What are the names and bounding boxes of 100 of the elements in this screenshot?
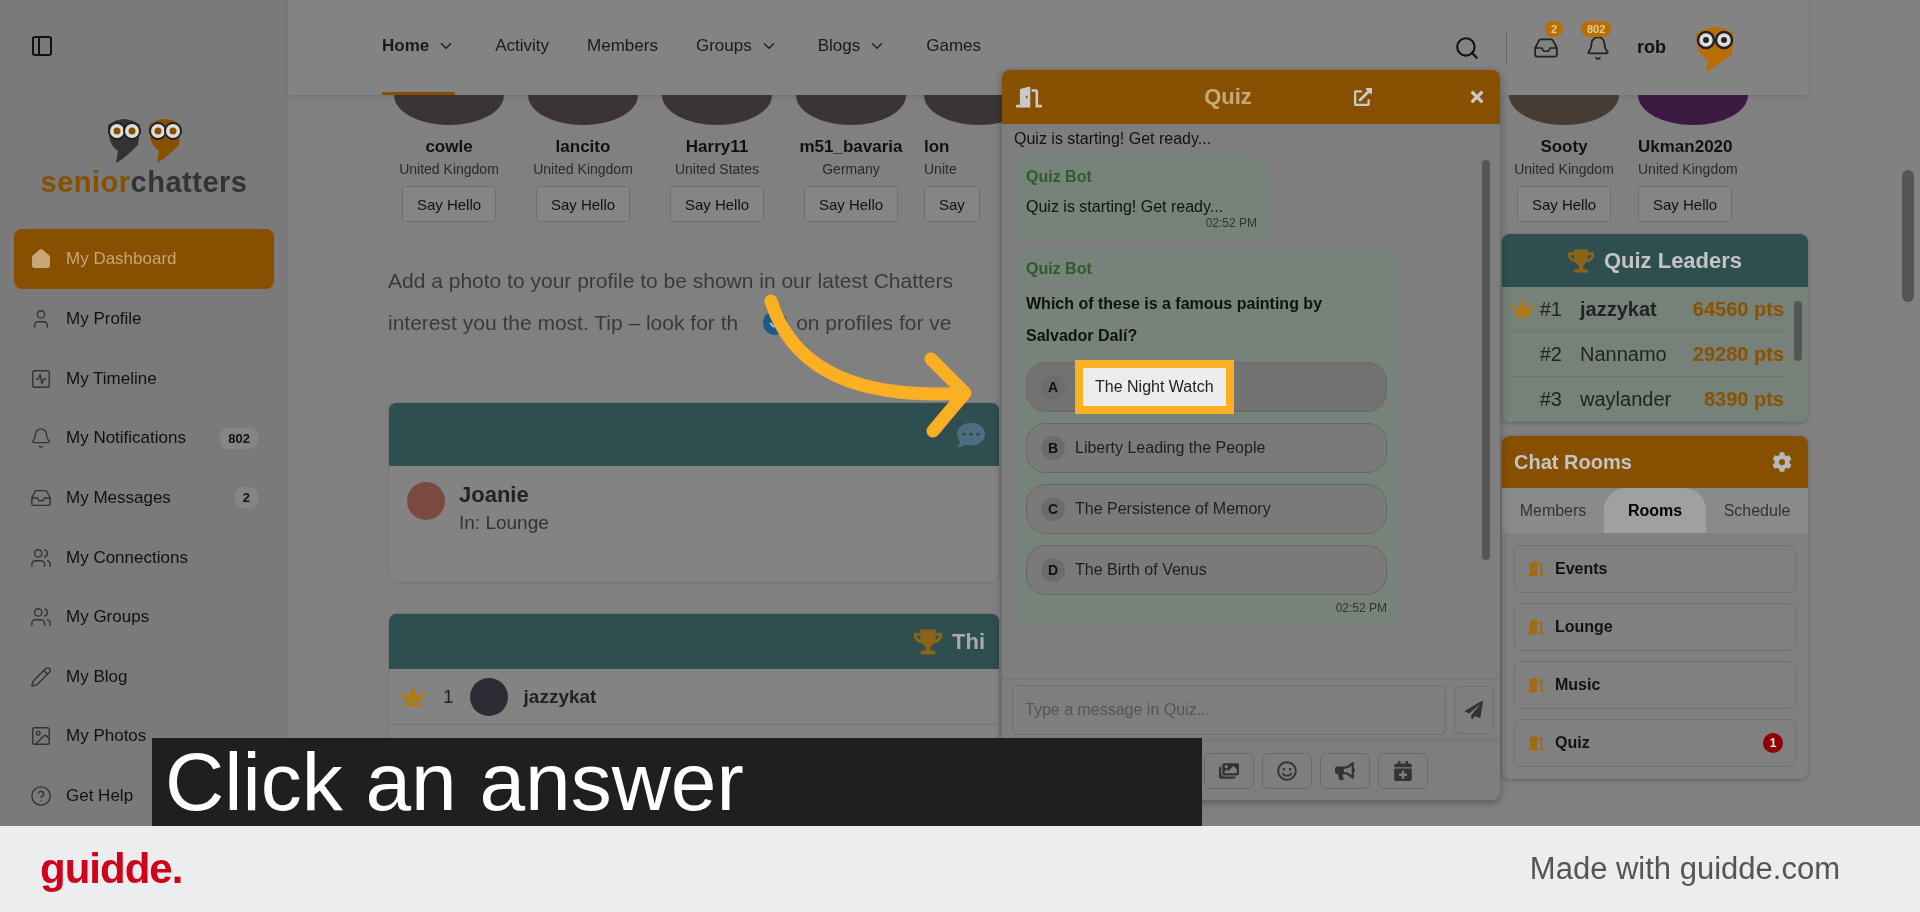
say-hello-button[interactable]: Say Hello [401,186,497,222]
door-icon[interactable] [1016,84,1042,110]
image-icon [30,725,52,748]
leader-name[interactable]: jazzykat [523,685,597,708]
leader-row[interactable]: #3 waylander 8390 pts [1512,377,1784,422]
answer-option[interactable]: D The Birth of Venus [1026,545,1387,595]
panel-title: Quiz Leaders [1603,247,1743,274]
send-button[interactable] [1454,685,1494,734]
tab[interactable]: Members [1502,488,1604,533]
images-button[interactable] [1204,752,1254,789]
tab[interactable]: Schedule [1706,488,1808,533]
member-name[interactable]: m51_bavaria [799,137,903,157]
answer-option[interactable]: B Liberty Leading the People [1026,423,1387,473]
sidebar-item[interactable]: My Dashboard [14,229,274,290]
room-item[interactable]: Lounge [1514,603,1796,651]
sidebar-item[interactable]: My Blog [14,647,128,707]
sidebar-item[interactable]: My Messages 2 [14,468,274,528]
sidebar-item[interactable]: My Timeline [14,348,157,409]
sidebar-toggle-icon[interactable] [30,33,54,58]
say-hello-button[interactable]: Say Hello [535,186,631,222]
member-name[interactable]: cowle [425,137,473,157]
settings-icon[interactable] [1772,452,1792,472]
send-icon [1465,700,1483,719]
say-hello-button[interactable]: Say Hello [669,186,765,222]
megaphone-button[interactable] [1320,752,1370,789]
calendar-button[interactable] [1378,752,1428,789]
question-icon [30,785,52,808]
sidebar-item[interactable]: My Photos [14,706,147,767]
member-name[interactable]: Sooty [1540,137,1588,157]
tip-text: on profiles for ve [796,310,952,336]
member-country: United Kingdom [1514,161,1614,177]
credit-text: Made with guidde.com [1529,851,1840,887]
bell-icon [30,427,52,450]
nav-link[interactable]: Members [587,0,658,95]
nav-link[interactable]: Groups [695,0,778,95]
user-name[interactable]: Joanie [459,482,549,508]
nav-link[interactable]: Activity [495,0,550,95]
trophy-icon [914,627,942,656]
option-text: The Persistence of Memory [1075,500,1271,518]
member-country: Unite [924,161,957,177]
images-icon [1219,760,1239,781]
option-letter: A [1041,375,1065,399]
sender-name: Quiz Bot [1026,260,1093,278]
member-country: United Kingdom [1638,161,1738,177]
say-hello-button[interactable]: Say Hello [1638,186,1733,222]
member-name[interactable]: Harry11 [685,137,749,157]
option-letter: D [1041,558,1065,582]
close-icon[interactable] [1468,88,1486,106]
activity-icon [30,367,52,390]
door-icon [1527,560,1545,578]
count-badge: 802 [1581,20,1612,37]
caption-banner: Click an answer [152,738,1202,826]
user-name[interactable]: rob [1637,37,1666,58]
megaphone-icon [1335,760,1355,781]
answer-option[interactable]: C The Persistence of Memory [1026,484,1387,534]
member-country: United States [674,161,760,177]
smiley-icon [1277,760,1297,781]
room-item[interactable]: Music [1514,661,1796,709]
leader-row[interactable]: #2 Nannamo 29280 pts [1512,332,1784,377]
window-title: Quiz [1203,84,1253,110]
count-badge: 2 [234,487,258,509]
nav-link[interactable]: Blogs [817,0,887,95]
sidebar-item[interactable]: My Profile [14,289,142,349]
sender-name: Quiz Bot [1026,168,1093,186]
member-name[interactable]: Ukman2020 [1638,137,1733,157]
scrollbar [1794,301,1802,361]
leader-row[interactable]: #1 jazzykat 64560 pts [1512,287,1784,332]
room-label: In: Lounge [459,512,549,534]
member-country: United Kingdom [399,161,499,177]
count-badge: 802 [220,427,258,449]
brand-logo: guidde. [40,845,183,893]
emoji-button[interactable] [1262,752,1312,789]
sidebar-item[interactable]: My Notifications 802 [14,408,274,469]
house-icon [30,248,52,271]
say-hello-button[interactable]: Say Hello [1516,186,1612,222]
bell-icon[interactable] [1585,34,1611,61]
logo-text: seniorchatters [40,166,248,200]
door-icon [1527,676,1545,694]
room-item[interactable]: Quiz 1 [1514,719,1796,767]
say-hello-button[interactable]: Say Hello [803,186,899,222]
count-badge: 2 [1545,20,1564,37]
sidebar-item[interactable]: Get Help [14,766,134,826]
nav-link[interactable]: Games [926,0,981,95]
tab[interactable]: Rooms [1604,488,1706,533]
sidebar-item[interactable]: My Connections [14,527,188,588]
member-name[interactable]: lon [924,137,950,157]
count-badge: 1 [1763,733,1783,753]
question-text: Which of these is a famous painting by Salvador Dalí? [1026,294,1324,346]
room-item[interactable]: Events [1514,545,1796,593]
member-name[interactable]: lancito [555,137,611,157]
message-time: 02:52 PM [1204,216,1257,230]
option-letter: B [1041,436,1065,460]
external-link-icon[interactable] [1354,88,1372,106]
sidebar-item[interactable]: My Groups [14,587,150,647]
answer-option[interactable]: A The Night Watch [1026,362,1387,412]
message-time: 02:52 PM [1334,601,1387,615]
say-hello-button[interactable]: Say [924,186,980,222]
door-icon [1527,734,1545,752]
search-icon[interactable] [1454,34,1480,61]
tip-text: Add a photo to your profile to be shown in our latest Chatters [388,268,953,294]
